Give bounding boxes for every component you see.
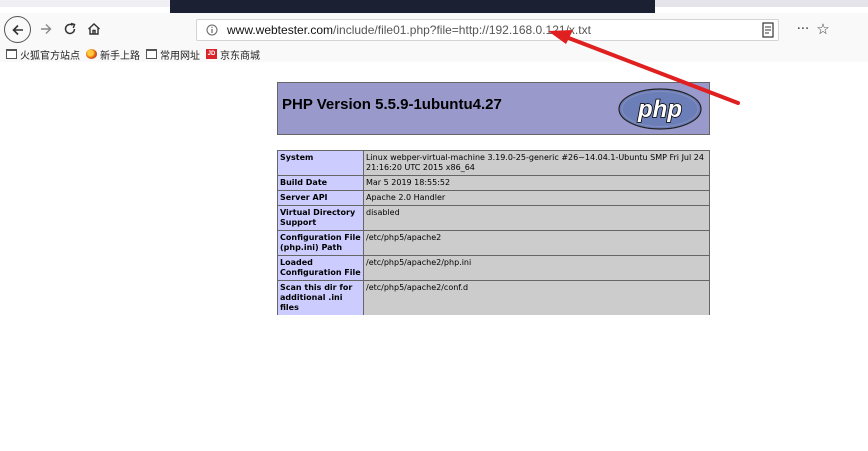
table-row: System Linux webper-virtual-machine 3.19.… <box>277 150 710 176</box>
tab-strip-active-area[interactable] <box>170 0 655 13</box>
phpinfo-value: Mar 5 2019 18:55:52 <box>363 175 710 191</box>
forward-button[interactable] <box>36 19 56 39</box>
table-row: Server API Apache 2.0 Handler <box>277 190 710 206</box>
phpinfo-key: Scan this dir for additional .ini files <box>277 280 364 315</box>
php-logo-text: php <box>637 96 682 123</box>
phpinfo-header: PHP Version 5.5.9-1ubuntu4.27 php <box>277 82 710 135</box>
star-icon[interactable]: ☆ <box>814 20 832 38</box>
folder-icon <box>146 49 157 59</box>
php-version-title: PHP Version 5.5.9-1ubuntu4.27 <box>282 96 502 113</box>
table-row: Scan this dir for additional .ini files /… <box>277 280 710 315</box>
folder-icon <box>6 49 17 59</box>
phpinfo-key: Server API <box>277 190 364 206</box>
phpinfo-value: disabled <box>363 205 710 231</box>
back-button[interactable] <box>4 16 31 43</box>
reader-view-icon[interactable] <box>762 22 776 38</box>
address-bar[interactable]: www.webtester.com/include/file01.php?fil… <box>196 19 779 41</box>
phpinfo-value: Linux webper-virtual-machine 3.19.0-25-g… <box>363 150 710 176</box>
tab-strip-inactive[interactable] <box>0 0 170 7</box>
forward-arrow-icon <box>41 24 52 34</box>
phpinfo-key: Build Date <box>277 175 364 191</box>
firefox-icon <box>86 49 97 59</box>
bookmark-firefox-official[interactable]: 火狐官方站点 <box>6 47 80 62</box>
url-path: /include/file01.php?file=http://192.168.… <box>333 23 591 37</box>
table-row: Configuration File (php.ini) Path/etc/ph… <box>277 230 710 256</box>
phpinfo-container: PHP Version 5.5.9-1ubuntu4.27 php System… <box>277 82 711 315</box>
tab-strip-end <box>655 0 868 7</box>
phpinfo-key: Loaded Configuration File <box>277 255 364 281</box>
table-row: Loaded Configuration File/etc/php5/apach… <box>277 255 710 281</box>
back-arrow-icon <box>11 24 23 35</box>
bookmark-label: 常用网址 <box>160 50 200 62</box>
page-content: PHP Version 5.5.9-1ubuntu4.27 php System… <box>0 62 868 451</box>
more-actions-icon[interactable]: ··· <box>794 21 812 39</box>
reload-icon <box>64 22 76 35</box>
bookmark-getting-started[interactable]: 新手上路 <box>86 47 140 62</box>
table-row: Build Date Mar 5 2019 18:55:52 <box>277 175 710 191</box>
bookmark-label: 京东商城 <box>220 50 260 62</box>
phpinfo-key: System <box>277 150 364 176</box>
info-icon[interactable] <box>205 23 219 37</box>
phpinfo-value: /etc/php5/apache2/conf.d <box>363 280 710 315</box>
bookmark-common-sites[interactable]: 常用网址 <box>146 47 200 62</box>
phpinfo-value: Apache 2.0 Handler <box>363 190 710 206</box>
bookmark-jd-mall[interactable]: JD 京东商城 <box>206 47 260 62</box>
home-icon <box>88 23 100 35</box>
table-row: Virtual Directory Support disabled <box>277 205 710 231</box>
tab-strip <box>0 0 868 13</box>
phpinfo-key: Configuration File (php.ini) Path <box>277 230 364 256</box>
phpinfo-key: Virtual Directory Support <box>277 205 364 231</box>
bookmarks-toolbar: 火狐官方站点 新手上路 常用网址 JD 京东商城 <box>0 46 868 62</box>
reload-button[interactable] <box>60 19 80 39</box>
jd-icon: JD <box>206 49 217 59</box>
navigation-toolbar: www.webtester.com/include/file01.php?fil… <box>0 13 868 46</box>
php-logo-icon[interactable]: php <box>617 87 703 131</box>
home-button[interactable] <box>84 19 104 39</box>
url-domain: www.webtester.com <box>227 23 334 37</box>
bookmark-label: 火狐官方站点 <box>20 50 80 62</box>
phpinfo-value: /etc/php5/apache2/php.ini <box>363 255 710 281</box>
phpinfo-value: /etc/php5/apache2 <box>363 230 710 256</box>
url-text[interactable]: www.webtester.com/include/file01.php?fil… <box>227 23 591 37</box>
phpinfo-table: System Linux webper-virtual-machine 3.19.… <box>277 150 710 315</box>
bookmark-label: 新手上路 <box>100 50 140 62</box>
